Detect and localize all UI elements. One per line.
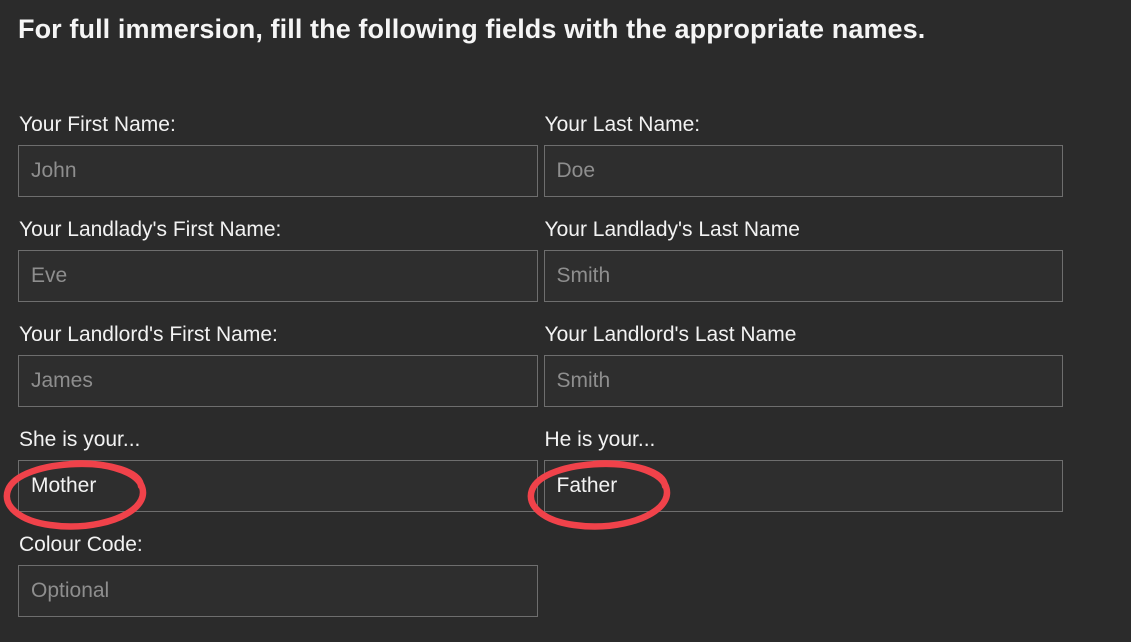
field-group-he-is-your: He is your... (543, 428, 1063, 534)
field-group-colour-code: Colour Code: (18, 534, 538, 639)
label-colour-code: Colour Code: (19, 533, 143, 556)
input-colour-code[interactable] (18, 565, 538, 617)
input-landlord-first-name[interactable] (18, 355, 538, 407)
input-he-is-your[interactable] (543, 460, 1063, 512)
input-she-is-your[interactable] (18, 460, 538, 512)
form-row: Your Landlady's First Name: Your Landlad… (18, 219, 1063, 324)
form-row: Your First Name: Your Last Name: (18, 114, 1063, 219)
label-landlady-first-name: Your Landlady's First Name: (19, 218, 282, 241)
input-landlady-last-name[interactable] (543, 250, 1063, 302)
page-title: For full immersion, fill the following f… (18, 14, 926, 44)
input-your-last-name[interactable] (543, 145, 1063, 197)
form-row: She is your... He is your... (18, 429, 1063, 534)
label-landlord-first-name: Your Landlord's First Name: (19, 323, 278, 346)
field-group-she-is-your: She is your... (18, 429, 538, 534)
form-row: Your Landlord's First Name: Your Landlor… (18, 324, 1063, 429)
field-group-last-name: Your Last Name: (543, 113, 1063, 219)
label-landlady-last-name: Your Landlady's Last Name (544, 218, 800, 241)
label-he-is-your: He is your... (544, 428, 656, 451)
input-your-first-name[interactable] (18, 145, 538, 197)
input-landlady-first-name[interactable] (18, 250, 538, 302)
field-group-landlady-last-name: Your Landlady's Last Name (543, 218, 1063, 324)
label-your-last-name: Your Last Name: (544, 113, 701, 136)
label-she-is-your: She is your... (19, 428, 141, 451)
form-row: Colour Code: (18, 534, 1063, 639)
input-landlord-last-name[interactable] (543, 355, 1063, 407)
label-your-first-name: Your First Name: (19, 113, 176, 136)
field-group-landlady-first-name: Your Landlady's First Name: (18, 219, 538, 324)
names-form: Your First Name: Your Last Name: Your La… (18, 114, 1063, 639)
field-group-landlord-first-name: Your Landlord's First Name: (18, 324, 538, 429)
field-group-landlord-last-name: Your Landlord's Last Name (543, 323, 1063, 429)
label-landlord-last-name: Your Landlord's Last Name (544, 323, 797, 346)
field-group-first-name: Your First Name: (18, 114, 538, 219)
form-page: For full immersion, fill the following f… (0, 0, 1131, 642)
